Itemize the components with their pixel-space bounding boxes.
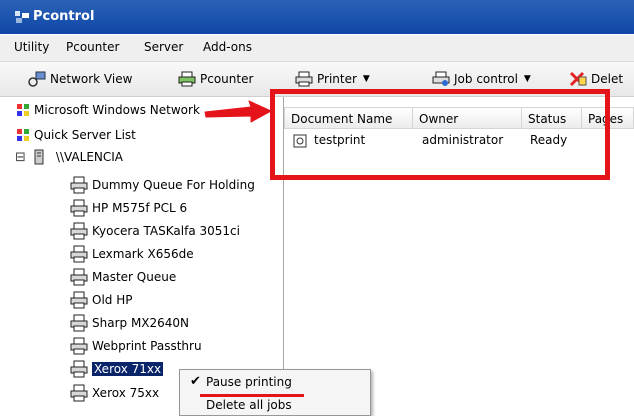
- printer-icon: [178, 71, 196, 87]
- tree-item-ms-network[interactable]: Microsoft Windows Network: [16, 100, 200, 120]
- tree-item-label: Kyocera TASKalfa 3051ci: [92, 224, 240, 238]
- tree-item-printer[interactable]: HP M575f PCL 6: [70, 198, 187, 218]
- tree-item-label: Old HP: [92, 293, 133, 307]
- network-icon: [28, 71, 46, 87]
- delete-button[interactable]: Delet: [569, 69, 623, 89]
- printer-icon: [70, 268, 88, 286]
- tree-item-printer[interactable]: Old HP: [70, 290, 132, 310]
- tree-item-printer[interactable]: Kyocera TASKalfa 3051ci: [70, 221, 240, 241]
- network-view-label: Network View: [50, 72, 133, 86]
- window-title: Pcontrol: [33, 9, 95, 24]
- printer-icon: [70, 222, 88, 240]
- app-icon: [15, 11, 29, 23]
- network-icon: [17, 129, 29, 141]
- delete-label: Delet: [591, 72, 624, 86]
- tree-item-valencia[interactable]: ⊟ \\VALENCIA: [15, 147, 123, 167]
- tree-item-label: Quick Server List: [34, 128, 136, 142]
- menu-bar: Utility Pcounter Server Add-ons: [0, 35, 634, 62]
- menu-server[interactable]: Server: [144, 40, 183, 54]
- printer-icon: [70, 245, 88, 263]
- printer-label: Printer: [317, 72, 357, 86]
- collapse-expander[interactable]: ⊟: [15, 150, 26, 165]
- tree-item-label: Lexmark X656de: [92, 247, 194, 261]
- network-icon: [17, 104, 29, 116]
- tree-item-printer[interactable]: Dummy Queue For Holding: [70, 175, 255, 195]
- annotation-box: [270, 89, 610, 180]
- printer-icon: [70, 176, 88, 194]
- tree-item-printer[interactable]: Master Queue: [70, 267, 176, 287]
- annotation-underline: [200, 394, 304, 397]
- tree-item-label: HP M575f PCL 6: [92, 201, 188, 215]
- arrow-icon: [204, 100, 272, 123]
- tree-item-label: Microsoft Windows Network: [34, 103, 200, 117]
- printer-icon: [70, 337, 88, 355]
- title-bar: Pcontrol: [0, 0, 634, 34]
- tree-item-label: Dummy Queue For Holding: [92, 178, 255, 192]
- chevron-down-icon: ▼: [362, 74, 370, 84]
- menu-item-pause-printing[interactable]: Pause printing: [206, 375, 292, 389]
- chevron-down-icon: ▼: [523, 74, 531, 84]
- tree-item-label: Xerox 75xx: [92, 386, 160, 400]
- network-tree: Microsoft Windows Network Quick Server L…: [0, 97, 284, 408]
- printer-icon: [70, 291, 88, 309]
- tree-item-label: Sharp MX2640N: [92, 316, 190, 330]
- job-control-label: Job control: [454, 72, 518, 86]
- printer-icon: [295, 71, 313, 87]
- delete-icon: [569, 71, 587, 87]
- tree-item-label: Xerox 71xx: [92, 362, 164, 376]
- checkmark-icon: ✔: [190, 374, 201, 389]
- menu-item-delete-all-jobs[interactable]: Delete all jobs: [206, 398, 292, 412]
- menu-add-ons[interactable]: Add-ons: [203, 40, 252, 54]
- server-icon: [34, 149, 44, 165]
- tree-item-printer[interactable]: Xerox 71xx: [70, 359, 164, 379]
- tree-item-label: Master Queue: [92, 270, 177, 284]
- tree-item-label: \\VALENCIA: [55, 150, 124, 164]
- context-menu: ✔ Pause printing Delete all jobs: [179, 369, 371, 416]
- tree-item-printer[interactable]: Xerox 75xx: [70, 383, 159, 403]
- printer-icon: [70, 360, 88, 378]
- tree-item-quick-server-list[interactable]: Quick Server List: [16, 125, 136, 145]
- network-view-button[interactable]: Network View: [28, 69, 132, 89]
- printer-icon: [70, 384, 88, 402]
- printer-icon: [70, 199, 88, 217]
- printer-icon: [70, 314, 88, 332]
- menu-utility[interactable]: Utility: [14, 40, 49, 54]
- printer-dropdown-button[interactable]: Printer ▼: [295, 69, 370, 89]
- job-control-icon: [432, 71, 450, 86]
- job-control-dropdown-button[interactable]: Job control ▼: [432, 69, 531, 89]
- pcounter-button[interactable]: Pcounter: [178, 69, 253, 89]
- tree-item-printer[interactable]: Lexmark X656de: [70, 244, 194, 264]
- tree-item-printer[interactable]: Sharp MX2640N: [70, 313, 189, 333]
- tree-item-printer[interactable]: Webprint Passthru: [70, 336, 202, 356]
- menu-pcounter[interactable]: Pcounter: [66, 40, 119, 54]
- pcounter-label: Pcounter: [200, 72, 254, 86]
- tree-item-label: Webprint Passthru: [92, 339, 202, 353]
